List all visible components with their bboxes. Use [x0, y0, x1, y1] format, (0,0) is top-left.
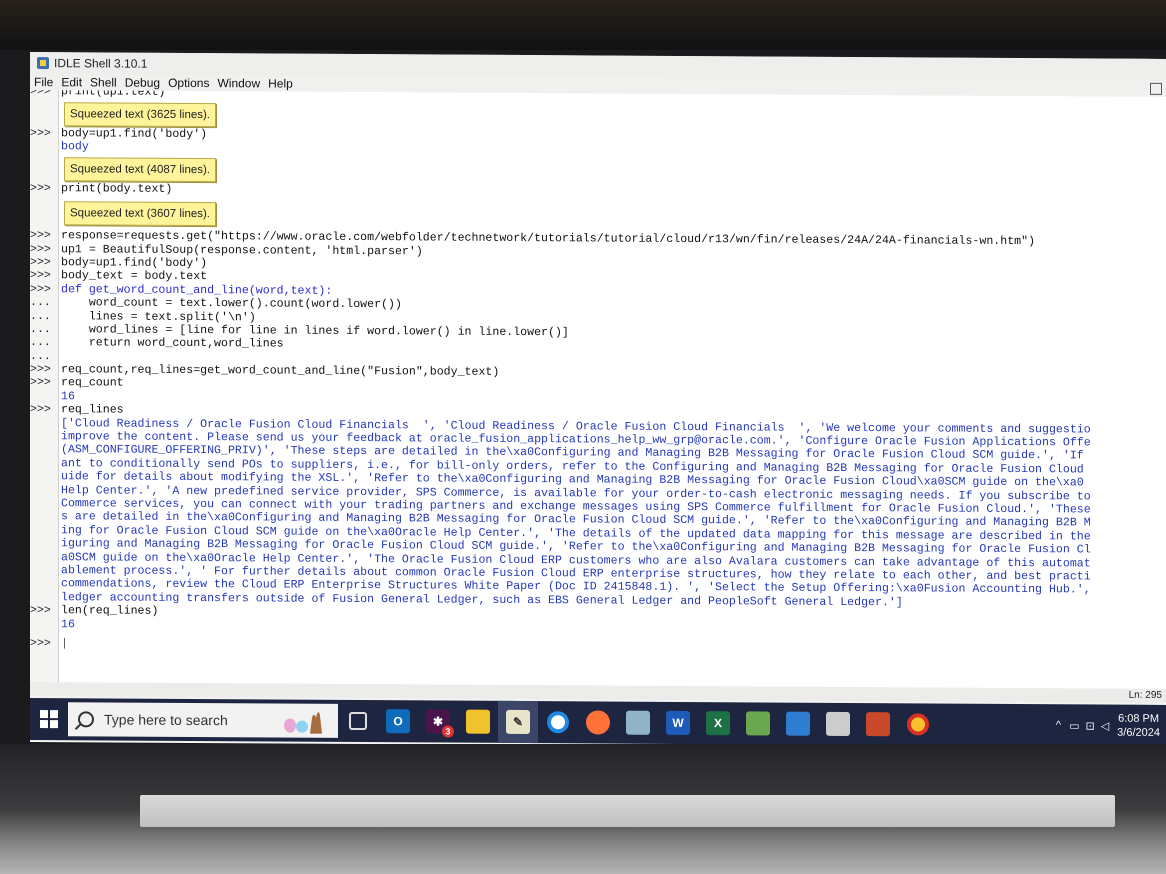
code-line: len(req_lines) — [61, 604, 159, 618]
clock[interactable]: 6:08 PM 3/6/2024 — [1117, 712, 1160, 740]
battery-icon[interactable]: ▭ — [1069, 719, 1079, 732]
clock-time: 6:08 PM — [1118, 712, 1160, 725]
notes-icon[interactable] — [618, 702, 658, 744]
office-icon[interactable] — [858, 703, 898, 745]
tray-chevron-icon[interactable]: ^ — [1056, 719, 1061, 731]
prompt: ... — [30, 296, 51, 310]
clock-date: 3/6/2024 — [1117, 726, 1160, 739]
prompt: >>> — [30, 255, 51, 270]
slack-icon[interactable]: ✱ 3 — [418, 700, 458, 742]
photos-icon[interactable] — [778, 703, 818, 745]
menu-file[interactable]: File — [34, 75, 53, 89]
code-line: print(up1.text) — [61, 90, 166, 99]
squeezed-text-button[interactable]: Squeezed text (3607 lines). — [64, 201, 217, 227]
laptop-bezel — [0, 0, 1166, 50]
search-placeholder: Type here to search — [104, 711, 228, 729]
word-icon[interactable]: W — [658, 702, 698, 744]
file-explorer-icon[interactable] — [458, 701, 498, 743]
prompt: >>> — [30, 242, 51, 256]
prompt: >>> — [30, 127, 51, 141]
outlook-icon[interactable]: O — [378, 700, 418, 742]
idle-taskbar-icon[interactable]: ✎ — [498, 700, 538, 744]
firefox-icon[interactable] — [578, 701, 618, 743]
menu-shell[interactable]: Shell — [90, 75, 117, 89]
prompt: >>> — [30, 181, 51, 195]
search-icon — [78, 711, 94, 728]
shell-text-area[interactable]: >>> print(up1.text) Squeezed text (3625 l… — [30, 90, 1166, 697]
chrome-icon[interactable] — [898, 703, 938, 745]
menu-options[interactable]: Options — [168, 76, 209, 90]
code-line: body=up1.find('body') — [61, 256, 208, 271]
output-line: 16 — [61, 390, 75, 404]
prompt: ... — [30, 336, 51, 350]
idle-app-icon — [37, 57, 49, 70]
prompt: >>> — [30, 282, 51, 296]
prompt: >>> — [30, 636, 51, 651]
task-view-icon[interactable] — [338, 700, 378, 742]
maximize-icon[interactable] — [1150, 82, 1162, 95]
monitor-icon[interactable] — [818, 703, 858, 745]
output-line: body — [61, 140, 89, 154]
menu-help[interactable]: Help — [268, 76, 293, 90]
taskbar-search[interactable]: Type here to search — [68, 702, 338, 738]
code-line: print(body.text) — [61, 181, 173, 196]
prompt: >>> — [30, 90, 51, 99]
system-tray: ^ ▭ ⊡ ◁ 6:08 PM 3/6/2024 — [1056, 711, 1166, 740]
laptop-hinge — [140, 795, 1115, 827]
code-line: return word_count,word_lines — [61, 336, 284, 351]
squeezed-text-button[interactable]: Squeezed text (4087 lines). — [64, 156, 217, 182]
network-icon[interactable]: ⊡ — [1085, 719, 1094, 732]
prompt: >>> — [30, 269, 51, 283]
volume-icon[interactable]: ◁ — [1101, 719, 1109, 732]
easter-eggs-icon — [284, 712, 322, 734]
maps-icon[interactable] — [738, 702, 778, 744]
code-line: req_count — [61, 376, 124, 391]
prompt: >>> — [30, 604, 51, 618]
excel-icon[interactable]: X — [698, 702, 738, 744]
code-line: lines = text.split('\n') — [61, 309, 256, 324]
squeezed-text-button[interactable]: Squeezed text (3625 lines). — [64, 102, 217, 128]
prompt: >>> — [30, 363, 51, 377]
code-line: body=up1.find('body') — [61, 127, 208, 142]
code-line: body_text = body.text — [61, 269, 208, 284]
line-number: Ln: 295 — [1128, 689, 1162, 701]
start-button[interactable] — [30, 698, 68, 740]
prompt: ... — [30, 349, 51, 363]
screen: IDLE Shell 3.10.1 File Edit Shell Debug … — [30, 52, 1166, 749]
prompt: ... — [30, 309, 51, 323]
prompt: >>> — [30, 376, 51, 390]
notification-badge: 3 — [442, 725, 454, 738]
prompt: ... — [30, 322, 51, 337]
window-title: IDLE Shell 3.10.1 — [54, 56, 148, 71]
output-line: 16 — [61, 617, 75, 631]
windows-logo-icon — [40, 710, 58, 729]
code-line: req_lines — [61, 403, 124, 417]
menu-edit[interactable]: Edit — [61, 75, 82, 89]
menu-window[interactable]: Window — [217, 76, 260, 90]
windows-taskbar: Type here to search O ✱ 3 ✎ W X ^ ▭ ⊡ ◁ 6 — [30, 698, 1166, 747]
menu-debug[interactable]: Debug — [125, 76, 160, 90]
prompt: >>> — [30, 403, 51, 417]
text-cursor[interactable]: | — [61, 637, 68, 650]
prompt: >>> — [30, 229, 51, 243]
chrome-alt-icon[interactable] — [538, 701, 578, 743]
